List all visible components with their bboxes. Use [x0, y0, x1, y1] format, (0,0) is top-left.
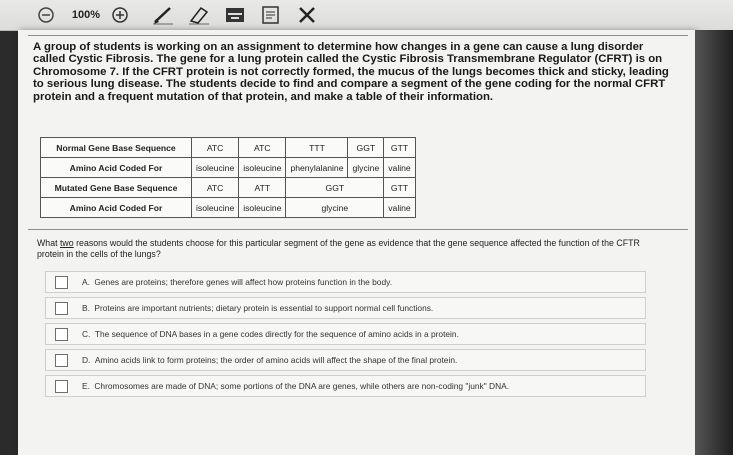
table-cell: TTT — [285, 137, 349, 158]
table-cell: GGT — [285, 177, 385, 198]
answer-choice-b[interactable]: B. Proteins are important nutrients; die… — [45, 297, 646, 319]
choice-text: Chromosomes are made of DNA; some portio… — [94, 381, 510, 391]
table-cell: isoleucine — [238, 197, 287, 218]
eraser-icon[interactable] — [186, 5, 212, 25]
table-cell: GTT — [383, 137, 416, 158]
notes-icon[interactable] — [258, 5, 284, 25]
divider — [28, 229, 688, 230]
table-cell: isoleucine — [190, 157, 240, 178]
table-cell: valine — [383, 197, 416, 218]
cross-out-icon[interactable] — [294, 5, 320, 25]
table-cell: ATC — [190, 137, 240, 158]
divider — [28, 35, 688, 36]
table-cell: glycine — [285, 197, 385, 218]
table-row: Amino Acid Coded For isoleucine isoleuci… — [40, 157, 416, 178]
answer-choice-d[interactable]: D. Amino acids link to form proteins; th… — [45, 349, 646, 371]
toolbar: 100% — [0, 0, 733, 31]
table-cell: GTT — [383, 177, 416, 198]
zoom-in-icon[interactable] — [110, 5, 130, 25]
gene-table: Normal Gene Base Sequence ATC ATC TTT GG… — [40, 137, 416, 218]
choice-letter: D. — [82, 355, 91, 365]
answer-choice-a[interactable]: A. Genes are proteins; therefore genes w… — [45, 271, 646, 293]
row-header: Amino Acid Coded For — [40, 157, 192, 178]
choice-letter: E. — [82, 381, 90, 391]
table-row: Mutated Gene Base Sequence ATC ATT GGT G… — [40, 177, 416, 198]
choice-text: Proteins are important nutrients; dietar… — [94, 303, 434, 313]
checkbox[interactable] — [55, 379, 68, 393]
question-prefix: What — [37, 238, 60, 248]
table-row: Normal Gene Base Sequence ATC ATC TTT GG… — [40, 137, 416, 158]
table-cell: ATT — [238, 177, 287, 198]
table-cell: isoleucine — [190, 197, 240, 218]
question-suffix: reasons would the students choose for th… — [37, 238, 640, 260]
table-row: Amino Acid Coded For isoleucine isoleuci… — [40, 197, 416, 218]
checkbox[interactable] — [55, 353, 68, 367]
pen-icon[interactable] — [150, 5, 176, 25]
row-header: Amino Acid Coded For — [40, 197, 192, 218]
answer-choice-c[interactable]: C. The sequence of DNA bases in a gene c… — [45, 323, 646, 345]
table-cell: glycine — [347, 157, 385, 178]
table-cell: GGT — [347, 137, 385, 158]
page-edge — [695, 30, 733, 455]
question-emphasis: two — [59, 238, 74, 248]
row-header: Normal Gene Base Sequence — [40, 137, 192, 158]
table-cell: valine — [383, 157, 416, 178]
choice-text: Genes are proteins; therefore genes will… — [94, 277, 393, 287]
table-cell: ATC — [238, 137, 287, 158]
table-cell: ATC — [190, 177, 240, 198]
row-header: Mutated Gene Base Sequence — [40, 177, 192, 198]
checkbox[interactable] — [55, 327, 68, 341]
answer-choice-e[interactable]: E. Chromosomes are made of DNA; some por… — [45, 375, 646, 397]
keyboard-icon[interactable] — [222, 5, 248, 25]
choice-letter: C. — [82, 329, 91, 339]
checkbox[interactable] — [55, 275, 68, 289]
zoom-level: 100% — [71, 9, 101, 21]
choice-letter: A. — [82, 277, 90, 287]
table-cell: isoleucine — [238, 157, 287, 178]
passage-text: A group of students is working on an ass… — [33, 41, 669, 103]
collapse-icon[interactable] — [36, 5, 56, 25]
table-cell: phenylalanine — [285, 157, 349, 178]
choice-text: Amino acids link to form proteins; the o… — [94, 355, 458, 365]
checkbox[interactable] — [55, 301, 68, 315]
choice-letter: B. — [82, 303, 90, 313]
question-stem: What two reasons would the students choo… — [37, 238, 647, 261]
choice-text: The sequence of DNA bases in a gene code… — [94, 329, 459, 339]
